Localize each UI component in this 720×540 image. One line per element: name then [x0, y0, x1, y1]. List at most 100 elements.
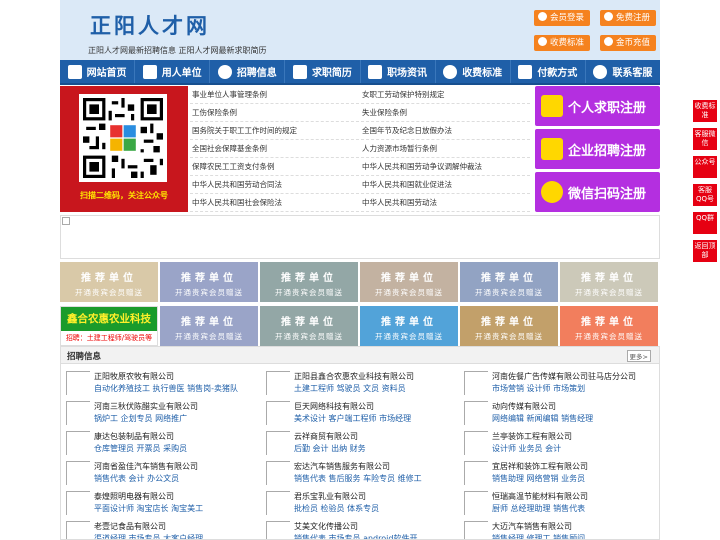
recommend-tile[interactable]: 推荐单位 开通贵宾会员赠送 [360, 306, 458, 346]
company-entry[interactable]: 兰亭装饰工程有限公司 设计师 业务员 会计 [459, 429, 654, 459]
company-jobs[interactable]: 仓库管理员 开票员 采购员 [94, 443, 187, 454]
recommend-tile[interactable]: 推荐单位 开通贵宾会员赠送 [460, 262, 558, 302]
nav-home[interactable]: 网站首页 [60, 60, 136, 83]
company-jobs[interactable]: 销售代表 会计 办公文员 [94, 473, 179, 484]
company-entry[interactable]: 老壹记食品有限公司 渠道经理 市场专员 大客户经理 [61, 519, 256, 539]
site-logo[interactable]: 正阳人才网 [90, 10, 210, 40]
recommend-tile[interactable]: 推荐单位 开通贵宾会员赠送 [160, 262, 258, 302]
news-link[interactable]: 人力资源市场暂行条例 [360, 140, 530, 157]
qq-group-side-button[interactable]: QQ群 [693, 212, 717, 234]
nav-payment[interactable]: 付款方式 [511, 60, 586, 83]
news-link[interactable]: 中华人民共和国就业促进法 [360, 176, 530, 193]
nav-pricing[interactable]: 收费标准 [436, 60, 511, 83]
company-jobs[interactable]: 销售助理 网络营销 业务员 [492, 473, 585, 484]
company-entry[interactable]: 大迈汽车销售有限公司 销售经理 修理工 销售顾问 [459, 519, 654, 539]
news-link[interactable]: 女职工劳动保护特别规定 [360, 86, 530, 103]
company-jobs[interactable]: 网络编辑 新闻编辑 销售经理 [492, 413, 593, 424]
banner-ad[interactable] [60, 215, 660, 259]
company-entry[interactable]: 恒瑞高温节能材料有限公司 厨师 总经理助理 销售代表 [459, 489, 654, 519]
company-entry[interactable]: 动向传媒有限公司 网络编辑 新闻编辑 销售经理 [459, 399, 654, 429]
company-name[interactable]: 大迈汽车销售有限公司 [492, 521, 572, 532]
wechat-register-button[interactable]: 微信扫码注册 [535, 172, 660, 212]
company-name[interactable]: 巨天网络科技有限公司 [294, 401, 374, 412]
company-entry[interactable]: 正阳县鑫合农惠农业科技有限公司 土建工程师 驾驶员 文员 资料员 [261, 369, 456, 399]
official-account-side-button[interactable]: 公众号 [693, 156, 717, 178]
news-link[interactable]: 全国社会保障基金条例 [190, 140, 360, 157]
company-name[interactable]: 兰亭装饰工程有限公司 [492, 431, 572, 442]
company-jobs[interactable]: 销售经理 修理工 销售顾问 [492, 533, 585, 539]
company-name[interactable]: 河南三秋伏陈醋实业有限公司 [94, 401, 198, 412]
news-link[interactable]: 保障农民工工资支付条例 [190, 158, 360, 175]
company-jobs[interactable]: 后勤 会计 出纳 财务 [294, 443, 366, 454]
news-link[interactable]: 全国年节及纪念日放假办法 [360, 122, 530, 139]
company-name[interactable]: 康达包装制品有限公司 [94, 431, 174, 442]
news-link[interactable]: 事业单位人事管理条例 [190, 86, 360, 103]
company-jobs[interactable]: 自动化养殖技工 执行兽医 销售岗-卖猪队 [94, 383, 238, 394]
company-jobs[interactable]: 平面设计师 淘宝店长 淘宝美工 [94, 503, 203, 514]
company-jobs[interactable]: 土建工程师 驾驶员 文员 资料员 [294, 383, 406, 394]
company-name[interactable]: 正阳县鑫合农惠农业科技有限公司 [294, 371, 414, 382]
back-to-top-side-button[interactable]: 返回顶部 [693, 240, 717, 262]
jobseeker-register-button[interactable]: 个人求职注册 [535, 86, 660, 126]
recommend-tile[interactable]: 推荐单位 开通贵宾会员赠送 [560, 262, 658, 302]
company-jobs[interactable]: 厨师 总经理助理 销售代表 [492, 503, 585, 514]
news-link[interactable]: 中华人民共和国劳动法 [360, 194, 530, 211]
news-link[interactable]: 失业保险条例 [360, 104, 530, 121]
company-name[interactable]: 老壹记食品有限公司 [94, 521, 166, 532]
company-jobs[interactable]: 销售代表 售后服务 车险专员 维修工 [294, 473, 422, 484]
company-entry[interactable]: 河南省盈佳汽车销售有限公司 销售代表 会计 办公文员 [61, 459, 256, 489]
company-jobs[interactable]: 设计师 业务员 会计 [492, 443, 561, 454]
news-link[interactable]: 中华人民共和国劳动争议调解仲裁法 [360, 158, 530, 175]
company-entry[interactable]: 正阳牧原农牧有限公司 自动化养殖技工 执行兽医 销售岗-卖猪队 [61, 369, 256, 399]
company-name[interactable]: 河南省盈佳汽车销售有限公司 [94, 461, 198, 472]
company-name[interactable]: 恒瑞高温节能材料有限公司 [492, 491, 588, 502]
company-jobs[interactable]: 美术设计 客户端工程师 市场经理 [294, 413, 411, 424]
recommend-tile[interactable]: 推荐单位 开通贵宾会员赠送 [60, 262, 158, 302]
nav-employers[interactable]: 用人单位 [135, 60, 211, 83]
company-jobs[interactable]: 锅炉工 企划专员 网络推广 [94, 413, 187, 424]
nav-jobs[interactable]: 招聘信息 [210, 60, 286, 83]
company-jobs[interactable]: 批检员 检验员 体系专员 [294, 503, 379, 514]
company-name[interactable]: 君乐宝乳业有限公司 [294, 491, 366, 502]
company-entry[interactable]: 宏达汽车销售服务有限公司 销售代表 售后服务 车险专员 维修工 [261, 459, 456, 489]
featured-employer-tile[interactable]: 鑫合农惠农业科技 招聘：土建工程师/驾驶员等 [60, 306, 158, 346]
company-entry[interactable]: 康达包装制品有限公司 仓库管理员 开票员 采购员 [61, 429, 256, 459]
company-name[interactable]: 宏达汽车销售服务有限公司 [294, 461, 390, 472]
company-entry[interactable]: 巨天网络科技有限公司 美术设计 客户端工程师 市场经理 [261, 399, 456, 429]
nav-resumes[interactable]: 求职简历 [285, 60, 361, 83]
pricing-side-button[interactable]: 收费标准 [693, 100, 717, 122]
company-entry[interactable]: 宜居祥和装饰工程有限公司 销售助理 网络营销 业务员 [459, 459, 654, 489]
company-entry[interactable]: 河南三秋伏陈醋实业有限公司 锅炉工 企划专员 网络推广 [61, 399, 256, 429]
company-jobs[interactable]: 市场营销 设计师 市场策划 [492, 383, 585, 394]
pricing-button[interactable]: 收费标准 [534, 35, 591, 51]
recommend-tile[interactable]: 推荐单位 开通贵宾会员赠送 [460, 306, 558, 346]
company-name[interactable]: 云祥商贸有限公司 [294, 431, 358, 442]
company-jobs[interactable]: 销售代表 市场专员 android软件开 [294, 533, 417, 539]
free-register-button[interactable]: 免费注册 [600, 10, 657, 26]
coin-recharge-button[interactable]: 金币充值 [600, 35, 657, 51]
more-link[interactable]: 更多> [626, 350, 651, 362]
recommend-tile[interactable]: 推荐单位 开通贵宾会员赠送 [260, 262, 358, 302]
company-entry[interactable]: 河南佐餐广告传媒有限公司驻马店分公司 市场营销 设计师 市场策划 [459, 369, 654, 399]
company-name[interactable]: 泰煌照明电器有限公司 [94, 491, 174, 502]
news-link[interactable]: 工伤保险条例 [190, 104, 360, 121]
wechat-service-side-button[interactable]: 客服微信 [693, 128, 717, 150]
company-jobs[interactable]: 渠道经理 市场专员 大客户经理 [94, 533, 203, 539]
company-entry[interactable]: 泰煌照明电器有限公司 平面设计师 淘宝店长 淘宝美工 [61, 489, 256, 519]
employer-register-button[interactable]: 企业招聘注册 [535, 129, 660, 169]
news-link[interactable]: 中华人民共和国劳动合同法 [190, 176, 360, 193]
company-name[interactable]: 艾美文化传播公司 [294, 521, 358, 532]
nav-news[interactable]: 职场资讯 [361, 60, 436, 83]
recommend-tile[interactable]: 推荐单位 开通贵宾会员赠送 [260, 306, 358, 346]
company-name[interactable]: 动向传媒有限公司 [492, 401, 556, 412]
news-link[interactable]: 国务院关于职工工作时间的规定 [190, 122, 360, 139]
company-entry[interactable]: 艾美文化传播公司 销售代表 市场专员 android软件开 [261, 519, 456, 539]
member-login-button[interactable]: 会员登录 [534, 10, 591, 26]
company-entry[interactable]: 君乐宝乳业有限公司 批检员 检验员 体系专员 [261, 489, 456, 519]
recommend-tile[interactable]: 推荐单位 开通贵宾会员赠送 [360, 262, 458, 302]
qq-service-side-button[interactable]: 客服QQ号 [693, 184, 717, 206]
news-link[interactable]: 中华人民共和国社会保险法 [190, 194, 360, 211]
company-name[interactable]: 正阳牧原农牧有限公司 [94, 371, 174, 382]
recommend-tile[interactable]: 推荐单位 开通贵宾会员赠送 [160, 306, 258, 346]
company-entry[interactable]: 云祥商贸有限公司 后勤 会计 出纳 财务 [261, 429, 456, 459]
